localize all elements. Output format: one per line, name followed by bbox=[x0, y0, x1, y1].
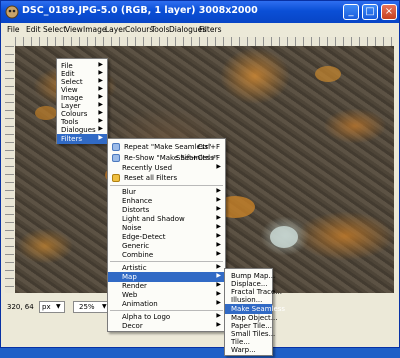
zoom-dropdown-icon[interactable]: ▼ bbox=[102, 303, 107, 310]
recently-used-item[interactable]: Recently Used ▶ bbox=[108, 163, 225, 173]
menu-bar: File Edit Select View Image Layer Colour… bbox=[1, 23, 399, 37]
zoom-value: 25% bbox=[79, 303, 95, 311]
submenu-arrow-icon: ▶ bbox=[98, 117, 103, 124]
lichen-patch bbox=[315, 66, 341, 82]
submenu-arrow-icon: ▶ bbox=[98, 125, 103, 132]
reset-all-filters-item[interactable]: Reset all Filters bbox=[108, 173, 225, 183]
submenu-arrow-icon: ▶ bbox=[216, 312, 221, 319]
submenu-arrow-icon: ▶ bbox=[216, 214, 221, 221]
menu-tools[interactable]: Tools bbox=[151, 25, 169, 34]
menu-separator bbox=[110, 310, 223, 311]
menu-image[interactable]: Image bbox=[83, 25, 107, 34]
lichen-patch bbox=[35, 106, 57, 120]
submenu-arrow-icon: ▶ bbox=[216, 281, 221, 288]
minimize-button[interactable]: _ bbox=[343, 4, 359, 20]
menu-view[interactable]: View bbox=[65, 25, 83, 34]
submenu-arrow-icon: ▶ bbox=[98, 101, 103, 108]
image-context-menu: File ▶ Edit ▶ Select ▶ View ▶ Image ▶ Layer ▶ … bbox=[56, 58, 108, 144]
maximize-button[interactable]: □ bbox=[362, 4, 378, 20]
horizontal-ruler[interactable] bbox=[15, 37, 394, 46]
window-title: DSC_0189.JPG-5.0 (RGB, 1 layer) 3008x200… bbox=[22, 5, 258, 16]
menu-colours[interactable]: Colours bbox=[125, 25, 153, 34]
repeat-last-filter-item[interactable]: Repeat "Make Seamless" Ctrl+F bbox=[108, 142, 225, 152]
lichen-patch bbox=[270, 226, 298, 248]
submenu-arrow-icon: ▶ bbox=[216, 290, 221, 297]
submenu-arrow-icon: ▶ bbox=[98, 134, 103, 141]
submenu-arrow-icon: ▶ bbox=[216, 241, 221, 248]
unit-value: px bbox=[42, 303, 51, 311]
pointer-coords: 320, 64 bbox=[7, 303, 34, 311]
submenu-arrow-icon: ▶ bbox=[216, 250, 221, 257]
submenu-arrow-icon: ▶ bbox=[216, 321, 221, 328]
submenu-arrow-icon: ▶ bbox=[216, 187, 221, 194]
submenu-arrow-icon: ▶ bbox=[216, 299, 221, 306]
menu-select[interactable]: Select bbox=[43, 25, 66, 34]
submenu-arrow-icon: ▶ bbox=[98, 109, 103, 116]
image-menu-item-filters[interactable]: Filters ▶ bbox=[57, 134, 107, 144]
gimp-app-icon bbox=[5, 5, 19, 19]
map-item-warp[interactable]: Warp... bbox=[225, 345, 272, 355]
filters-item-animation[interactable]: Animation ▶ bbox=[108, 299, 225, 309]
title-bar[interactable]: DSC_0189.JPG-5.0 (RGB, 1 layer) 3008x200… bbox=[1, 1, 399, 23]
map-submenu: Bump Map... Displace... Fractal Trace...… bbox=[224, 268, 285, 356]
repeat-icon bbox=[112, 143, 120, 151]
filters-item-alpha-to-logo[interactable]: Alpha to Logo ▶ bbox=[108, 312, 225, 321]
menu-filters[interactable]: Filters bbox=[199, 25, 221, 34]
submenu-arrow-icon: ▶ bbox=[98, 69, 103, 76]
submenu-arrow-icon: ▶ bbox=[98, 93, 103, 100]
submenu-arrow-icon: ▶ bbox=[98, 85, 103, 92]
submenu-arrow-icon: ▶ bbox=[216, 196, 221, 203]
submenu-arrow-icon: ▶ bbox=[216, 263, 221, 270]
submenu-arrow-icon: ▶ bbox=[216, 232, 221, 239]
unit-dropdown-icon[interactable]: ▼ bbox=[56, 303, 61, 310]
submenu-arrow-icon: ▶ bbox=[216, 223, 221, 230]
menu-edit[interactable]: Edit bbox=[26, 25, 41, 34]
filters-item-combine[interactable]: Combine ▶ bbox=[108, 250, 225, 260]
submenu-arrow-icon: ▶ bbox=[216, 205, 221, 212]
close-button[interactable]: × bbox=[381, 4, 397, 20]
menu-file[interactable]: File bbox=[7, 25, 20, 34]
reshow-icon bbox=[112, 154, 120, 162]
submenu-arrow-icon: ▶ bbox=[98, 61, 103, 68]
reset-icon bbox=[112, 174, 120, 182]
vertical-ruler[interactable] bbox=[5, 46, 14, 293]
filters-submenu-tail: Decor ▶ bbox=[107, 321, 226, 332]
submenu-arrow-icon: ▶ bbox=[216, 163, 221, 170]
filters-item-decor[interactable]: Decor ▶ bbox=[108, 321, 225, 331]
submenu-arrow-icon: ▶ bbox=[216, 272, 221, 279]
reshow-last-filter-item[interactable]: Re-Show "Make Seamless" Shift+Ctrl+F bbox=[108, 153, 225, 163]
menu-separator bbox=[110, 261, 223, 262]
submenu-arrow-icon: ▶ bbox=[98, 77, 103, 84]
menu-separator bbox=[110, 185, 223, 186]
menu-layer[interactable]: Layer bbox=[105, 25, 126, 34]
filters-submenu: Repeat "Make Seamless" Ctrl+F Re-Show "Ma… bbox=[107, 138, 226, 322]
